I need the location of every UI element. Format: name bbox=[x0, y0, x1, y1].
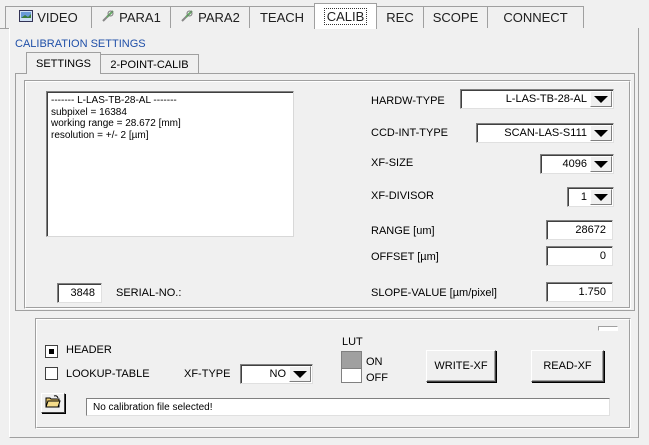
main-tab-bar: VIDEO PARA1 PARA2 TEACH CALIB REC SCOPE … bbox=[0, 0, 649, 30]
lookup-table-checkbox[interactable] bbox=[45, 367, 58, 380]
lookup-table-label: LOOKUP-TABLE bbox=[66, 368, 150, 380]
lut-toggle[interactable] bbox=[341, 351, 362, 383]
offset-label: OFFSET [µm] bbox=[371, 251, 439, 263]
slope-value: 1.750 bbox=[578, 286, 606, 298]
lut-toggle-off bbox=[342, 368, 361, 382]
tab-para1[interactable]: PARA1 bbox=[91, 6, 171, 28]
info-line: ------- L-LAS-TB-28-AL ------- bbox=[51, 95, 177, 106]
tab-video[interactable]: VIDEO bbox=[5, 6, 92, 28]
tab-label: PARA2 bbox=[198, 10, 240, 25]
write-xf-label: WRITE-XF bbox=[434, 360, 488, 372]
tab-label: CALIB bbox=[323, 8, 368, 25]
xf-size-value: 4096 bbox=[562, 158, 587, 170]
tab-para2[interactable]: PARA2 bbox=[170, 6, 250, 28]
tools-icon bbox=[180, 9, 194, 26]
open-folder-icon bbox=[45, 394, 61, 412]
tab-label: CONNECT bbox=[503, 10, 568, 25]
xf-divisor-value: 1 bbox=[580, 191, 587, 203]
tab-label: SCOPE bbox=[432, 10, 479, 25]
subtab-settings[interactable]: SETTINGS bbox=[26, 52, 101, 74]
tab-label: TEACH bbox=[259, 10, 305, 25]
range-value: 28672 bbox=[575, 224, 606, 236]
ccd-int-type-select[interactable]: SCAN-LAS-S111 bbox=[476, 123, 614, 143]
chevron-down-icon[interactable] bbox=[590, 125, 612, 141]
chevron-down-icon[interactable] bbox=[289, 366, 311, 382]
info-line: resolution = +/- 2 [µm] bbox=[51, 129, 149, 141]
lut-off-label: OFF bbox=[366, 372, 388, 384]
xf-type-label: XF-TYPE bbox=[184, 368, 231, 380]
tab-label: VIDEO bbox=[37, 10, 78, 25]
xf-size-label: XF-SIZE bbox=[371, 157, 414, 169]
slope-value-field[interactable]: 1.750 bbox=[546, 282, 613, 302]
tab-connect[interactable]: CONNECT bbox=[487, 6, 584, 28]
open-file-button[interactable] bbox=[41, 393, 65, 413]
read-xf-label: READ-XF bbox=[543, 360, 592, 372]
tab-teach[interactable]: TEACH bbox=[249, 6, 315, 28]
subtab-label: 2-POINT-CALIB bbox=[110, 58, 189, 71]
info-line: subpixel = 16384 bbox=[51, 106, 127, 118]
hardw-type-label: HARDW-TYPE bbox=[371, 95, 445, 107]
lut-on-label: ON bbox=[366, 356, 383, 368]
xf-divisor-select[interactable]: 1 bbox=[567, 187, 614, 207]
serial-number-field[interactable]: 3848 bbox=[57, 283, 102, 303]
header-checkbox[interactable] bbox=[45, 345, 58, 358]
xf-type-value: NO bbox=[269, 368, 287, 380]
xf-divisor-label: XF-DIVISOR bbox=[371, 190, 434, 202]
ccd-int-type-value: SCAN-LAS-S111 bbox=[504, 127, 587, 139]
read-xf-button[interactable]: READ-XF bbox=[531, 350, 604, 382]
tab-scope[interactable]: SCOPE bbox=[423, 6, 488, 28]
header-label: HEADER bbox=[66, 344, 112, 356]
serial-number-label: SERIAL-NO.: bbox=[116, 287, 182, 299]
tab-label: REC bbox=[386, 10, 414, 25]
hardw-type-select[interactable]: L-LAS-TB-28-AL bbox=[460, 89, 614, 109]
ccd-int-type-label: CCD-INT-TYPE bbox=[371, 127, 448, 139]
chevron-down-icon[interactable] bbox=[590, 189, 612, 205]
tools-icon bbox=[101, 9, 115, 26]
range-field[interactable]: 28672 bbox=[546, 220, 613, 240]
chevron-down-icon[interactable] bbox=[590, 91, 612, 107]
tab-rec[interactable]: REC bbox=[376, 6, 424, 28]
chevron-down-icon[interactable] bbox=[590, 156, 612, 172]
status-message: No calibration file selected! bbox=[86, 398, 610, 416]
lut-label: LUT bbox=[342, 336, 363, 348]
status-indicator bbox=[598, 326, 618, 331]
serial-number-value: 3848 bbox=[70, 287, 95, 299]
write-xf-button[interactable]: WRITE-XF bbox=[426, 350, 496, 382]
range-label: RANGE [um] bbox=[371, 225, 435, 237]
subtab-2-point-calib[interactable]: 2-POINT-CALIB bbox=[100, 54, 199, 74]
tab-label: PARA1 bbox=[119, 10, 161, 25]
xf-type-select[interactable]: NO bbox=[240, 364, 313, 384]
info-line: working range = 28.672 [mm] bbox=[51, 118, 181, 129]
lut-toggle-on bbox=[342, 352, 361, 368]
subtab-label: SETTINGS bbox=[35, 57, 91, 70]
status-text: No calibration file selected! bbox=[93, 401, 213, 413]
offset-field[interactable]: 0 bbox=[546, 246, 613, 266]
video-icon bbox=[19, 10, 34, 25]
offset-value: 0 bbox=[599, 250, 606, 262]
tab-calib[interactable]: CALIB bbox=[314, 3, 377, 29]
hardw-type-value: L-LAS-TB-28-AL bbox=[505, 93, 587, 105]
xf-size-select[interactable]: 4096 bbox=[540, 154, 614, 174]
section-title: CALIBRATION SETTINGS bbox=[15, 38, 146, 50]
sensor-info-box[interactable]: ------- L-LAS-TB-28-AL ------- subpixel … bbox=[46, 91, 294, 237]
slope-value-label: SLOPE-VALUE [µm/pixel] bbox=[371, 287, 497, 299]
